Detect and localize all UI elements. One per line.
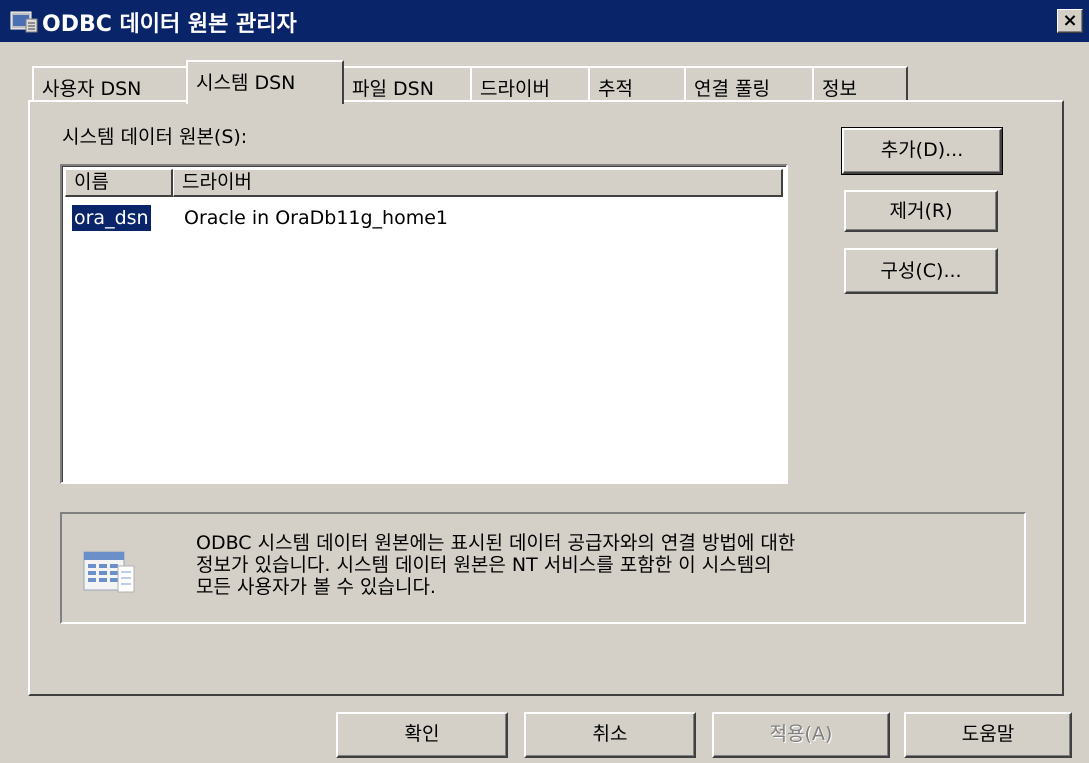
- tab-connection-pooling[interactable]: 연결 풀링: [684, 66, 814, 102]
- add-button[interactable]: 추가(D)...: [841, 127, 1003, 175]
- apply-button[interactable]: 적용(A): [712, 712, 890, 758]
- data-source-list[interactable]: 이름 드라이버 ora_dsn Oracle in OraDb11g_home1: [60, 164, 788, 484]
- tab-about[interactable]: 정보: [812, 66, 908, 102]
- tab-file-dsn[interactable]: 파일 DSN: [342, 66, 472, 102]
- row-dsn-name[interactable]: ora_dsn: [71, 204, 152, 232]
- column-header-name[interactable]: 이름: [65, 169, 173, 197]
- cancel-button[interactable]: 취소: [524, 712, 696, 758]
- row-driver-name[interactable]: Oracle in OraDb11g_home1: [184, 205, 448, 231]
- window-title: ODBC 데이터 원본 관리자: [42, 12, 297, 37]
- close-button[interactable]: ×: [1057, 9, 1083, 33]
- data-source-info-icon: [80, 540, 140, 598]
- tab-tracing[interactable]: 추적: [588, 66, 686, 102]
- info-text-line-2: 정보가 있습니다. 시스템 데이터 원본은 NT 서비스를 포함한 이 시스템의: [196, 554, 772, 576]
- info-text-line-1: ODBC 시스템 데이터 원본에는 표시된 데이터 공급자와의 연결 방법에 대…: [196, 532, 796, 554]
- tab-drivers[interactable]: 드라이버: [470, 66, 590, 102]
- configure-button[interactable]: 구성(C)...: [844, 248, 998, 294]
- ok-button[interactable]: 확인: [336, 712, 508, 758]
- column-header-driver[interactable]: 드라이버: [173, 169, 783, 197]
- odbc-app-icon: [10, 9, 38, 33]
- tab-user-dsn[interactable]: 사용자 DSN: [32, 66, 188, 102]
- system-sources-label: 시스템 데이터 원본(S):: [62, 126, 248, 148]
- info-text-line-3: 모든 사용자가 볼 수 있습니다.: [196, 576, 436, 598]
- help-button[interactable]: 도움말: [904, 712, 1072, 758]
- remove-button[interactable]: 제거(R): [844, 190, 998, 232]
- tab-system-dsn[interactable]: 시스템 DSN: [186, 60, 344, 104]
